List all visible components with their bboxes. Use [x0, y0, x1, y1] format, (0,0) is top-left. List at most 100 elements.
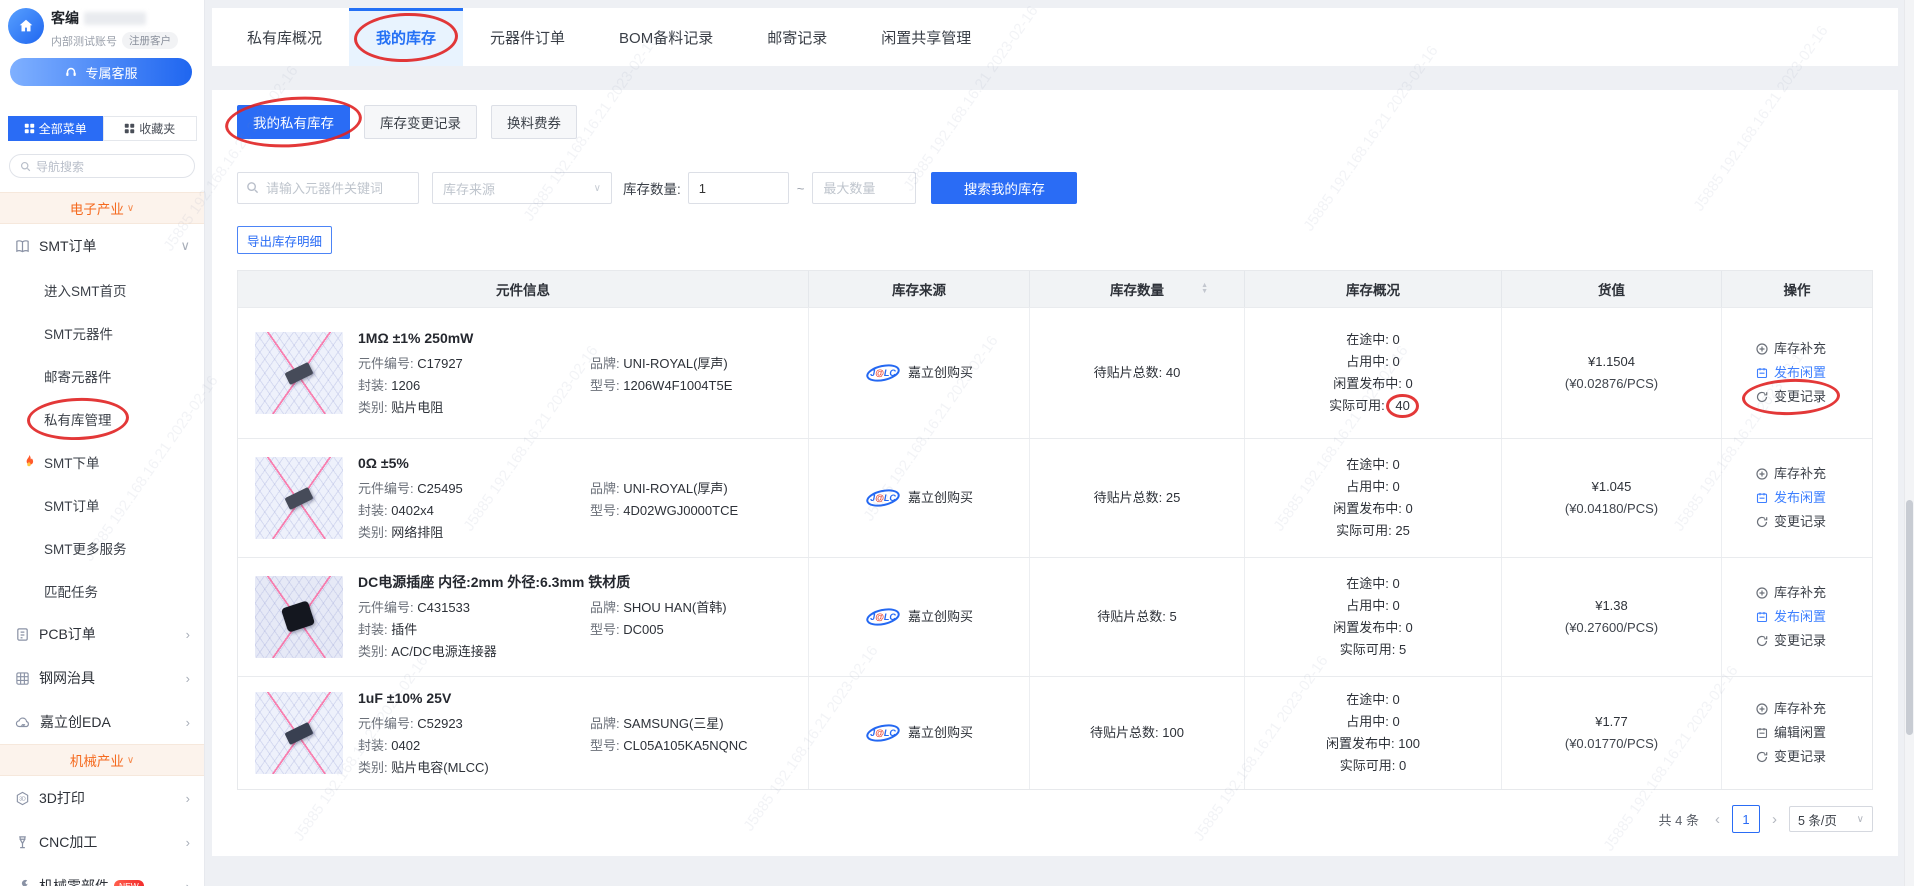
menu-item-mail-components[interactable]: 邮寄元器件 [0, 354, 204, 397]
menu-item-smt-home[interactable]: 进入SMT首页 [0, 268, 204, 311]
tab-component-orders[interactable]: 元器件订单 [463, 8, 592, 66]
account-type: 内部测试账号 [51, 33, 117, 49]
component-package: 0402 [391, 738, 420, 753]
redacted-username [84, 12, 146, 25]
chevron-down-icon: ∨ [180, 238, 190, 254]
value-cell: ¥1.045 (¥0.04180/PCS) [1502, 439, 1722, 557]
component-brand: UNI-ROYAL(厚声) [623, 481, 727, 496]
avatar[interactable] [8, 8, 44, 44]
sort-icon[interactable]: ▲▼ [1201, 283, 1208, 295]
change-records-link[interactable]: 变更记录 [1756, 385, 1826, 409]
menu-item-3d-printing[interactable]: 3D 3D打印 › [0, 776, 204, 820]
menu-item-stencil[interactable]: 钢网治具 › [0, 656, 204, 700]
chevron-right-icon: › [186, 879, 190, 886]
menu-item-smt-order-list[interactable]: SMT订单 [0, 483, 204, 526]
quantity-max-input[interactable] [812, 172, 916, 204]
chevron-down-icon: ∨ [127, 755, 134, 766]
svg-text:J@LC: J@LC [870, 612, 896, 622]
subtab-my-private-inventory[interactable]: 我的私有库存 [237, 105, 350, 139]
search-icon [246, 181, 259, 194]
publish-icon [1756, 492, 1768, 504]
component-chip [281, 600, 315, 632]
menu-item-smt-more-services[interactable]: SMT更多服务 [0, 526, 204, 569]
replenish-stock-link[interactable]: 库存补充 [1756, 581, 1826, 605]
total-count: 共 4 条 [1659, 810, 1699, 829]
component-package: 1206 [391, 378, 420, 393]
next-page-icon[interactable]: › [1770, 811, 1779, 828]
col-component-info: 元件信息 [238, 271, 809, 307]
tab-mailing-records[interactable]: 邮寄记录 [740, 8, 854, 66]
change-records-link[interactable]: 变更记录 [1756, 510, 1826, 534]
jlc-logo-icon: J@LC [865, 723, 901, 743]
component-model: CL05A105KA5NQNC [623, 738, 747, 753]
col-actions: 操作 [1722, 271, 1872, 307]
tab-my-inventory[interactable]: 我的库存 [349, 8, 463, 66]
subtab-material-coupons[interactable]: 换料费券 [491, 105, 577, 139]
customer-service-button[interactable]: 专属客服 [10, 58, 192, 86]
sidebar-tabs: 全部菜单 收藏夹 [8, 116, 197, 141]
jlc-logo-icon: J@LC [865, 607, 901, 627]
chevron-down-icon: ∨ [127, 203, 134, 214]
jlc-logo-icon: J@LC [865, 488, 901, 508]
menu-item-matching-tasks[interactable]: 匹配任务 [0, 569, 204, 612]
value-cell: ¥1.38 (¥0.27600/PCS) [1502, 558, 1722, 676]
menu-group-mechanical[interactable]: 机械产业∨ [0, 744, 204, 776]
tab-favorites[interactable]: 收藏夹 [103, 116, 198, 141]
menu-item-jlc-eda[interactable]: 嘉立创EDA › [0, 700, 204, 744]
menu-item-smt-place-order[interactable]: SMT下单 [0, 440, 204, 483]
menu-item-smt-orders[interactable]: SMT订单 ∨ [0, 224, 204, 268]
menu-item-private-library[interactable]: 私有库管理 [0, 397, 204, 440]
tab-private-library-overview[interactable]: 私有库概况 [220, 8, 349, 66]
plus-circle-icon [1756, 343, 1768, 355]
chevron-down-icon: ∨ [594, 183, 601, 194]
tab-all-menu[interactable]: 全部菜单 [8, 116, 103, 141]
publish-idle-link[interactable]: 发布闲置 [1756, 486, 1826, 510]
replenish-stock-link[interactable]: 库存补充 [1756, 462, 1826, 486]
menu-item-mechanical-parts[interactable]: 机械零部件 NEW › [0, 864, 204, 886]
home-icon [17, 17, 35, 35]
search-inventory-button[interactable]: 搜索我的库存 [931, 172, 1077, 204]
user-name: 客编 [51, 8, 79, 28]
replenish-stock-link[interactable]: 库存补充 [1756, 697, 1826, 721]
menu-item-cnc[interactable]: CNC加工 › [0, 820, 204, 864]
quantity-min-input[interactable] [688, 172, 789, 204]
replenish-stock-link[interactable]: 库存补充 [1756, 337, 1826, 361]
chevron-right-icon: › [186, 715, 190, 730]
content-card: 我的私有库存 库存变更记录 换料费券 库存来源 ∨ 库存数量: ~ 搜索我的库存… [212, 90, 1898, 856]
export-inventory-button[interactable]: 导出库存明细 [237, 226, 332, 254]
plus-circle-icon [1756, 468, 1768, 480]
publish-idle-link[interactable]: 发布闲置 [1756, 361, 1826, 385]
change-records-link[interactable]: 变更记录 [1756, 629, 1826, 653]
menu-item-pcb-orders[interactable]: PCB订单 › [0, 612, 204, 656]
book-icon [15, 239, 30, 254]
sidebar-menu: 电子产业∨ SMT订单 ∨ 进入SMT首页 SMT元器件 邮寄元器件 私有库管理… [0, 192, 204, 886]
svg-text:J@LC: J@LC [870, 728, 896, 738]
tab-bom-records[interactable]: BOM备料记录 [592, 8, 740, 66]
pagination: 共 4 条 ‹ 1 › 5 条/页 ∨ [237, 805, 1873, 833]
menu-item-smt-components[interactable]: SMT元器件 [0, 311, 204, 354]
edit-idle-link[interactable]: 编辑闲置 [1756, 721, 1826, 745]
prev-page-icon[interactable]: ‹ [1713, 811, 1722, 828]
publish-icon [1756, 727, 1768, 739]
value-cell: ¥1.1504 (¥0.02876/PCS) [1502, 308, 1722, 438]
nav-search-input[interactable]: 导航搜索 [9, 154, 195, 178]
inventory-source-select[interactable]: 库存来源 ∨ [432, 172, 612, 204]
subtab-inventory-change-records[interactable]: 库存变更记录 [364, 105, 477, 139]
publish-idle-link[interactable]: 发布闲置 [1756, 605, 1826, 629]
history-icon [1756, 751, 1768, 763]
component-code: C25495 [417, 481, 463, 496]
component-code: C52923 [417, 716, 463, 731]
page-size-select[interactable]: 5 条/页 ∨ [1789, 806, 1873, 832]
change-records-link[interactable]: 变更记录 [1756, 745, 1826, 769]
keyword-search-input[interactable] [237, 172, 419, 204]
publish-icon [1756, 367, 1768, 379]
pcb-icon [15, 627, 30, 642]
scrollbar-thumb[interactable] [1906, 500, 1913, 735]
value-cell: ¥1.77 (¥0.01770/PCS) [1502, 677, 1722, 789]
red-circle-annotation: 我的库存 [376, 27, 436, 48]
menu-group-electronics[interactable]: 电子产业∨ [0, 192, 204, 224]
component-title: 1MΩ ±1% 250mW [358, 328, 732, 348]
chevron-right-icon: › [186, 835, 190, 850]
tab-idle-sharing[interactable]: 闲置共享管理 [854, 8, 998, 66]
page-number[interactable]: 1 [1732, 805, 1760, 833]
